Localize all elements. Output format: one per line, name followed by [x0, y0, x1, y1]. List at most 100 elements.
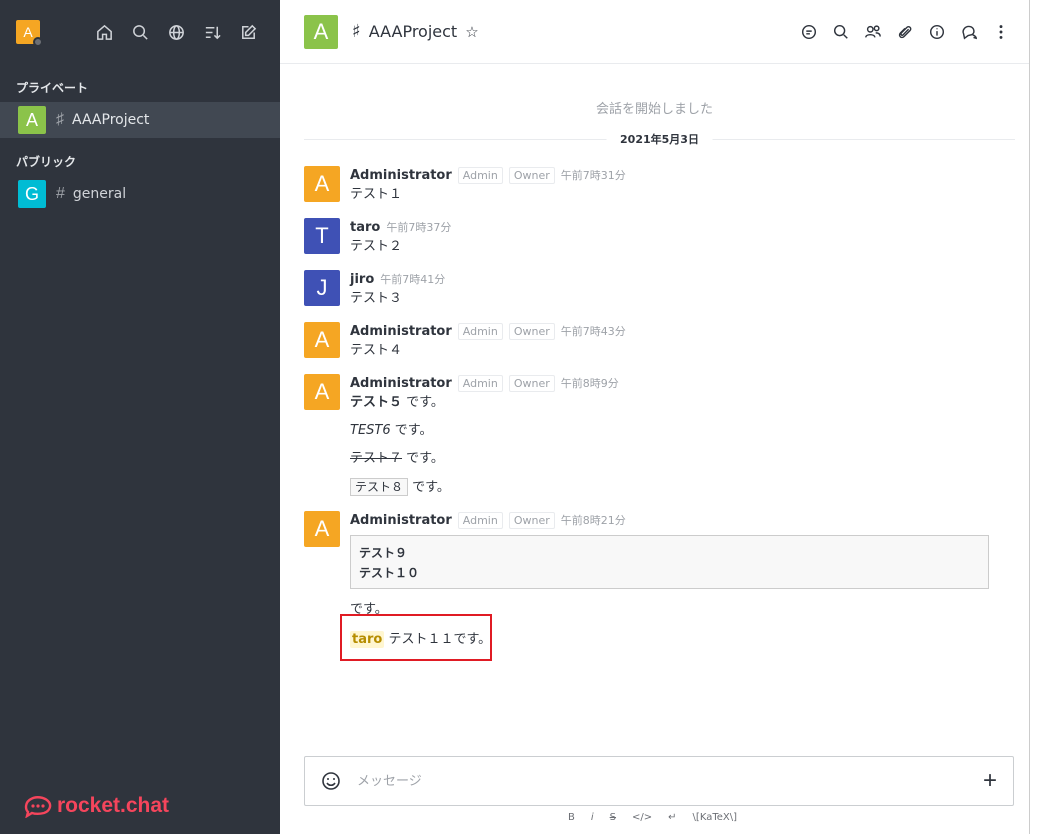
message-avatar[interactable]: J [304, 270, 340, 306]
sidebar-item-aaaproject[interactable]: A ♯ AAAProject [0, 102, 280, 138]
message-author[interactable]: Administrator [350, 324, 452, 339]
emoji-icon[interactable] [321, 771, 341, 791]
code-line: テスト１０ [359, 566, 420, 580]
user-avatar-letter: A [23, 24, 33, 40]
logo-text: rocket.chat [57, 794, 170, 817]
format-toolbar: B i S </> ↵ \[KaTeX\] [568, 812, 737, 823]
lock-hash-icon: ♯ [352, 21, 361, 42]
message-text: テスト４ [350, 343, 403, 358]
room-header: A ♯ AAAProject ☆ [280, 0, 1029, 64]
strike-text: テスト７ [350, 451, 403, 466]
message[interactable]: T taro 午前7時37分 テスト２ [304, 218, 1016, 256]
message[interactable]: A Administrator Admin Owner 午前7時31分 テスト１ [304, 166, 1016, 204]
favorite-star-icon[interactable]: ☆ [465, 23, 478, 41]
text-suffix: です。 [402, 451, 444, 466]
text-suffix: です。 [408, 480, 450, 495]
message-time: 午前7時31分 [560, 169, 626, 182]
user-avatar[interactable]: A [16, 20, 43, 47]
message-list: A Administrator Admin Owner 午前7時31分 テスト１… [304, 166, 1016, 663]
room-avatar: A [18, 106, 46, 134]
sort-icon[interactable] [194, 14, 230, 50]
message-time: 午前8時9分 [560, 377, 619, 390]
plus-icon[interactable]: + [983, 767, 997, 795]
directory-globe-icon[interactable] [158, 14, 194, 50]
role-badge: Admin [457, 322, 503, 340]
message-author[interactable]: jiro [350, 272, 374, 287]
role-badge: Owner [508, 322, 555, 340]
message-author[interactable]: Administrator [350, 376, 452, 391]
bold-format-button[interactable]: B [568, 812, 575, 823]
code-line: テスト９ [359, 546, 408, 560]
message-text: テスト１ [350, 187, 403, 202]
section-private-label: プライベート [16, 80, 89, 95]
lock-hash-icon: ♯ [56, 111, 64, 128]
discussion-icon[interactable] [793, 14, 825, 50]
italic-format-button[interactable]: i [591, 812, 594, 823]
section-public-label: パブリック [16, 154, 77, 169]
message[interactable]: J jiro 午前7時41分 テスト３ [304, 270, 1016, 308]
italic-text: TEST6 [350, 423, 391, 438]
members-icon[interactable] [857, 14, 889, 50]
date-divider: 2021年5月3日 [304, 131, 1015, 147]
sidebar-item-label: AAAProject [72, 112, 150, 128]
message-author[interactable]: Administrator [350, 168, 452, 183]
katex-format-button[interactable]: \[KaTeX\] [693, 812, 737, 823]
text-suffix: です。 [402, 395, 444, 410]
role-badge: Admin [457, 511, 503, 529]
room-title: AAAProject [368, 22, 458, 41]
role-badge: Admin [457, 374, 503, 392]
code-block: テスト９ テスト１０ [350, 535, 989, 589]
sidebar-item-label: general [72, 186, 127, 202]
conversation-start-text: 会話を開始しました [595, 102, 713, 117]
rocket-logo-icon [24, 796, 52, 818]
search-icon[interactable] [122, 14, 158, 50]
hash-icon: # [56, 185, 65, 202]
text-suffix: です。 [390, 423, 433, 438]
message[interactable]: A Administrator Admin Owner 午前7時43分 テスト４ [304, 322, 1016, 360]
home-icon[interactable] [86, 14, 122, 50]
strike-format-button[interactable]: S [610, 812, 616, 823]
attachment-icon[interactable] [889, 14, 921, 50]
create-new-icon[interactable] [230, 14, 266, 50]
room-header-avatar: A [304, 14, 338, 49]
role-badge: Owner [508, 511, 555, 529]
info-icon[interactable] [921, 14, 953, 50]
message-avatar[interactable]: A [304, 322, 340, 358]
message[interactable]: A Administrator Admin Owner 午前8時9分 テスト５ … [304, 374, 1016, 497]
message-avatar[interactable]: A [304, 166, 340, 202]
message-avatar[interactable]: A [304, 374, 340, 410]
inline-code: テスト８ [350, 478, 409, 496]
message-time: 午前7時43分 [560, 325, 626, 338]
room-avatar: G [18, 180, 46, 208]
message-text-bold: テスト５ です。 [350, 394, 1016, 412]
message-time: 午前7時37分 [386, 221, 452, 234]
message-text: テスト３ [350, 291, 403, 306]
message-avatar[interactable]: A [304, 511, 340, 547]
rocketchat-logo: rocket.chat [24, 794, 169, 818]
kebab-menu-icon[interactable] [985, 14, 1017, 50]
search-icon[interactable] [825, 14, 857, 50]
date-label: 2021年5月3日 [606, 131, 713, 147]
role-badge: Owner [508, 374, 555, 392]
message-time: 午前8時21分 [560, 514, 626, 527]
sidebar-header: A [0, 0, 280, 64]
message-text-strike: テスト７ です。 [350, 450, 1016, 468]
message-time: 午前7時41分 [380, 273, 446, 286]
message-text-code: テスト８ です。 [350, 478, 1016, 497]
role-badge: Owner [508, 166, 555, 184]
message-author[interactable]: Administrator [350, 513, 452, 528]
sidebar-item-general[interactable]: G # general [0, 176, 280, 212]
message-composer: + [304, 756, 1014, 806]
threads-icon[interactable] [953, 14, 985, 50]
message-text-italic: TEST6 です。 [350, 422, 1016, 440]
highlight-annotation [340, 614, 492, 661]
message-avatar[interactable]: T [304, 218, 340, 254]
status-indicator [33, 37, 43, 47]
message-author[interactable]: taro [350, 220, 380, 235]
message-input[interactable] [357, 773, 957, 789]
message-text: テスト２ [350, 239, 403, 254]
sidebar: A プライベート A ♯ AAAProject パブリック G # genera… [0, 0, 280, 834]
code-format-button[interactable]: </> [632, 812, 652, 823]
bold-text: テスト５ [350, 395, 403, 410]
multiline-format-button[interactable]: ↵ [668, 812, 676, 823]
